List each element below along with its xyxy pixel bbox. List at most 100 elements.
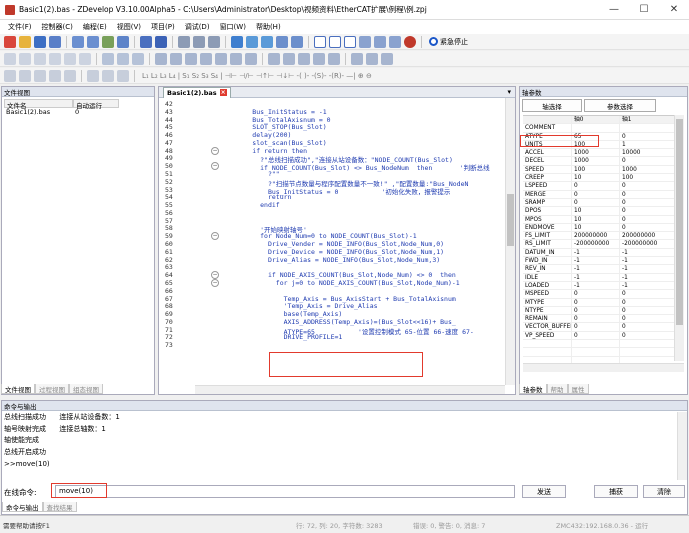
step-out-icon[interactable] <box>389 35 401 48</box>
param-row[interactable]: CREEP 10 100 <box>523 174 678 183</box>
same-width-icon[interactable] <box>102 69 114 82</box>
param-row[interactable]: IDLE -1 -1 <box>523 273 678 282</box>
fold-toggle-icon[interactable]: − <box>211 162 219 171</box>
output-scrollbar[interactable] <box>677 412 687 480</box>
find-icon[interactable] <box>246 35 258 48</box>
param-value[interactable]: 0 <box>619 290 674 298</box>
slider-control-icon[interactable] <box>245 52 257 65</box>
open-folder-icon[interactable] <box>19 35 31 48</box>
upload-icon[interactable] <box>87 35 99 48</box>
select-axis-button[interactable]: 轴选择 <box>522 99 582 112</box>
new-file-icon[interactable] <box>4 35 16 48</box>
tab-properties[interactable]: 属性 <box>567 384 589 394</box>
param-value[interactable]: 0 <box>619 223 674 232</box>
paste-icon[interactable] <box>208 35 220 48</box>
network-icon[interactable] <box>117 35 129 48</box>
param-value[interactable]: 10000 <box>619 149 674 157</box>
align-icon[interactable] <box>381 52 393 65</box>
chevron-down-icon[interactable]: ▾ <box>507 88 511 96</box>
param-value[interactable]: 0 <box>619 207 674 215</box>
param-row[interactable]: FS_LIMIT 200000000 200000000 <box>523 232 678 241</box>
switch-control-icon[interactable] <box>298 52 310 65</box>
step-icon[interactable] <box>344 35 356 48</box>
param-row[interactable]: NTYPE 0 0 <box>523 306 678 316</box>
param-value[interactable]: -200000000 <box>571 240 619 248</box>
step-over-icon[interactable] <box>374 35 386 48</box>
param-value[interactable] <box>571 124 619 132</box>
param-row[interactable]: SRAMP 0 0 <box>523 198 678 208</box>
circle-tool-icon[interactable] <box>49 52 61 65</box>
tab-file-view[interactable]: 文件视图 <box>1 384 35 394</box>
param-value[interactable]: 0 <box>619 306 674 315</box>
menu-view[interactable]: 视图(V) <box>112 22 146 32</box>
list-control-icon[interactable] <box>230 52 242 65</box>
code-line[interactable]: for j=0 to NODE_AXIS_COUNT(Bus_Slot,Node… <box>221 279 460 287</box>
param-row[interactable] <box>523 348 678 357</box>
axis-param-hscrollbar[interactable] <box>523 363 684 372</box>
replace-icon[interactable] <box>261 35 273 48</box>
param-value[interactable] <box>619 340 674 348</box>
pause-icon[interactable] <box>329 35 341 48</box>
controller-icon[interactable] <box>72 35 84 48</box>
param-value[interactable]: 0 <box>619 190 674 198</box>
breakpoint-icon[interactable] <box>276 35 288 48</box>
number-control-icon[interactable] <box>268 52 280 65</box>
code-line[interactable]: Drive_Alias = NODE_INFO(Bus_Slot,Node_Nu… <box>221 256 440 264</box>
param-value[interactable]: 1000 <box>619 165 674 174</box>
monitor-icon[interactable] <box>140 35 152 48</box>
param-value[interactable]: -1 <box>619 257 674 265</box>
tab-basic-file[interactable]: Basic1(2).bas × <box>163 86 231 98</box>
layer-control-icon[interactable] <box>366 52 378 65</box>
col-autorun[interactable]: 自动运行 <box>73 99 119 110</box>
abc-control-icon[interactable] <box>283 52 295 65</box>
stop-icon[interactable] <box>404 35 416 48</box>
param-row[interactable]: ENDMOVE 10 0 <box>523 223 678 233</box>
param-row[interactable]: MPOS 10 0 <box>523 215 678 224</box>
param-row[interactable]: LSPEED 0 0 <box>523 182 678 191</box>
param-value[interactable]: 1 <box>619 140 674 149</box>
param-value[interactable]: 0 <box>619 323 674 331</box>
param-value[interactable]: -1 <box>619 281 674 290</box>
editor-scroll-thumb[interactable] <box>507 194 514 246</box>
fold-toggle-icon[interactable]: − <box>211 232 219 241</box>
bookmark-icon[interactable] <box>291 35 303 48</box>
edit-control-icon[interactable] <box>200 52 212 65</box>
line-tool-icon[interactable] <box>4 52 16 65</box>
menu-file[interactable]: 文件(F) <box>3 22 37 32</box>
align-right-icon[interactable] <box>34 69 46 82</box>
chart-icon[interactable] <box>132 52 144 65</box>
param-value[interactable]: 0 <box>571 306 619 315</box>
ellipse-tool-icon[interactable] <box>79 52 91 65</box>
param-row[interactable]: REMAIN 0 0 <box>523 315 678 324</box>
param-value[interactable]: 10 <box>571 223 619 232</box>
editor-vertical-scrollbar[interactable] <box>505 98 515 385</box>
menu-debug[interactable]: 调试(D) <box>180 22 215 32</box>
menu-help[interactable]: 帮助(H) <box>251 22 286 32</box>
polyline-tool-icon[interactable] <box>19 52 31 65</box>
align-center-icon[interactable] <box>49 69 61 82</box>
param-value[interactable] <box>619 348 674 356</box>
param-row[interactable]: VP_SPEED 0 0 <box>523 331 678 341</box>
emergency-stop-button[interactable]: 紧急停止 <box>429 37 468 47</box>
tab-help[interactable]: 帮助 <box>546 384 568 394</box>
param-value[interactable]: -1 <box>571 265 619 273</box>
param-value[interactable]: 0 <box>619 198 674 207</box>
code-text-area[interactable]: Bus_InitStatus = -1 Bus_TotalAxisnum = 0… <box>221 98 501 385</box>
param-value[interactable]: 0 <box>619 315 674 323</box>
combo-control-icon[interactable] <box>215 52 227 65</box>
param-value[interactable]: 0 <box>619 298 674 306</box>
close-tab-icon[interactable]: × <box>219 89 227 96</box>
close-button[interactable]: ✕ <box>659 0 689 20</box>
maximize-button[interactable]: ☐ <box>629 0 659 20</box>
axis-param-scroll-thumb[interactable] <box>676 119 683 325</box>
grid-icon[interactable] <box>102 52 114 65</box>
param-value[interactable]: 0 <box>619 215 674 223</box>
param-value[interactable]: -1 <box>571 257 619 265</box>
arc-tool-icon[interactable] <box>64 52 76 65</box>
gear-icon[interactable] <box>328 52 340 65</box>
param-value[interactable]: 10 <box>571 174 619 182</box>
param-row[interactable]: DATUM_IN -1 -1 <box>523 248 678 258</box>
param-row[interactable]: MSPEED 0 0 <box>523 290 678 299</box>
param-row[interactable]: SPEED 100 1000 <box>523 165 678 175</box>
download-icon[interactable] <box>102 35 114 48</box>
